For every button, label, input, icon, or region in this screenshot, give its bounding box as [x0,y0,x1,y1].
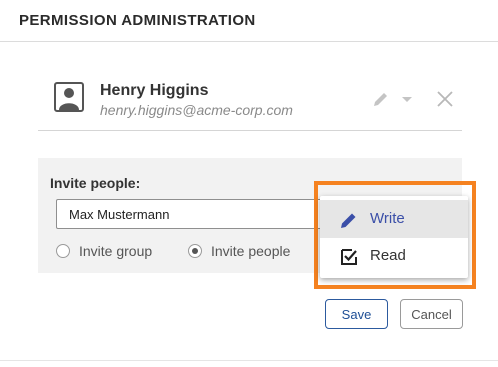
user-name: Henry Higgins [100,82,209,99]
invite-people-label: Invite people [211,243,291,259]
menu-item-write-label: Write [370,210,405,227]
dialog-title: PERMISSION ADMINISTRATION [19,12,256,29]
dialog-header: PERMISSION ADMINISTRATION [0,0,498,42]
permission-dropdown[interactable] [368,88,414,110]
invite-group-label: Invite group [79,243,153,259]
save-button[interactable]: Save [325,299,388,329]
invite-label: Invite people: [50,175,141,191]
checked-box-icon [341,249,357,265]
pencil-icon [341,213,356,228]
menu-item-read[interactable]: Read [320,237,468,275]
invite-people-radio[interactable]: Invite people [188,243,308,261]
close-icon [437,91,453,107]
permission-menu: Write Read [320,196,468,278]
invite-people-input[interactable] [56,199,346,229]
menu-item-read-label: Read [370,247,406,264]
permission-dialog: PERMISSION ADMINISTRATION Henry Higgins … [0,0,498,367]
menu-item-write[interactable]: Write [320,200,468,238]
cancel-button[interactable]: Cancel [400,299,463,329]
radio-circle-selected [188,244,202,258]
pencil-icon [374,93,387,106]
radio-dot [192,248,198,254]
user-permission-row: Henry Higgins henry.higgins@acme-corp.co… [38,68,462,131]
caret-down-icon [402,97,412,102]
invite-group-radio[interactable]: Invite group [56,243,166,261]
remove-user-button[interactable] [434,88,456,110]
radio-circle [56,244,70,258]
divider [0,360,498,361]
user-email: henry.higgins@acme-corp.com [100,102,293,118]
person-icon [54,82,84,112]
